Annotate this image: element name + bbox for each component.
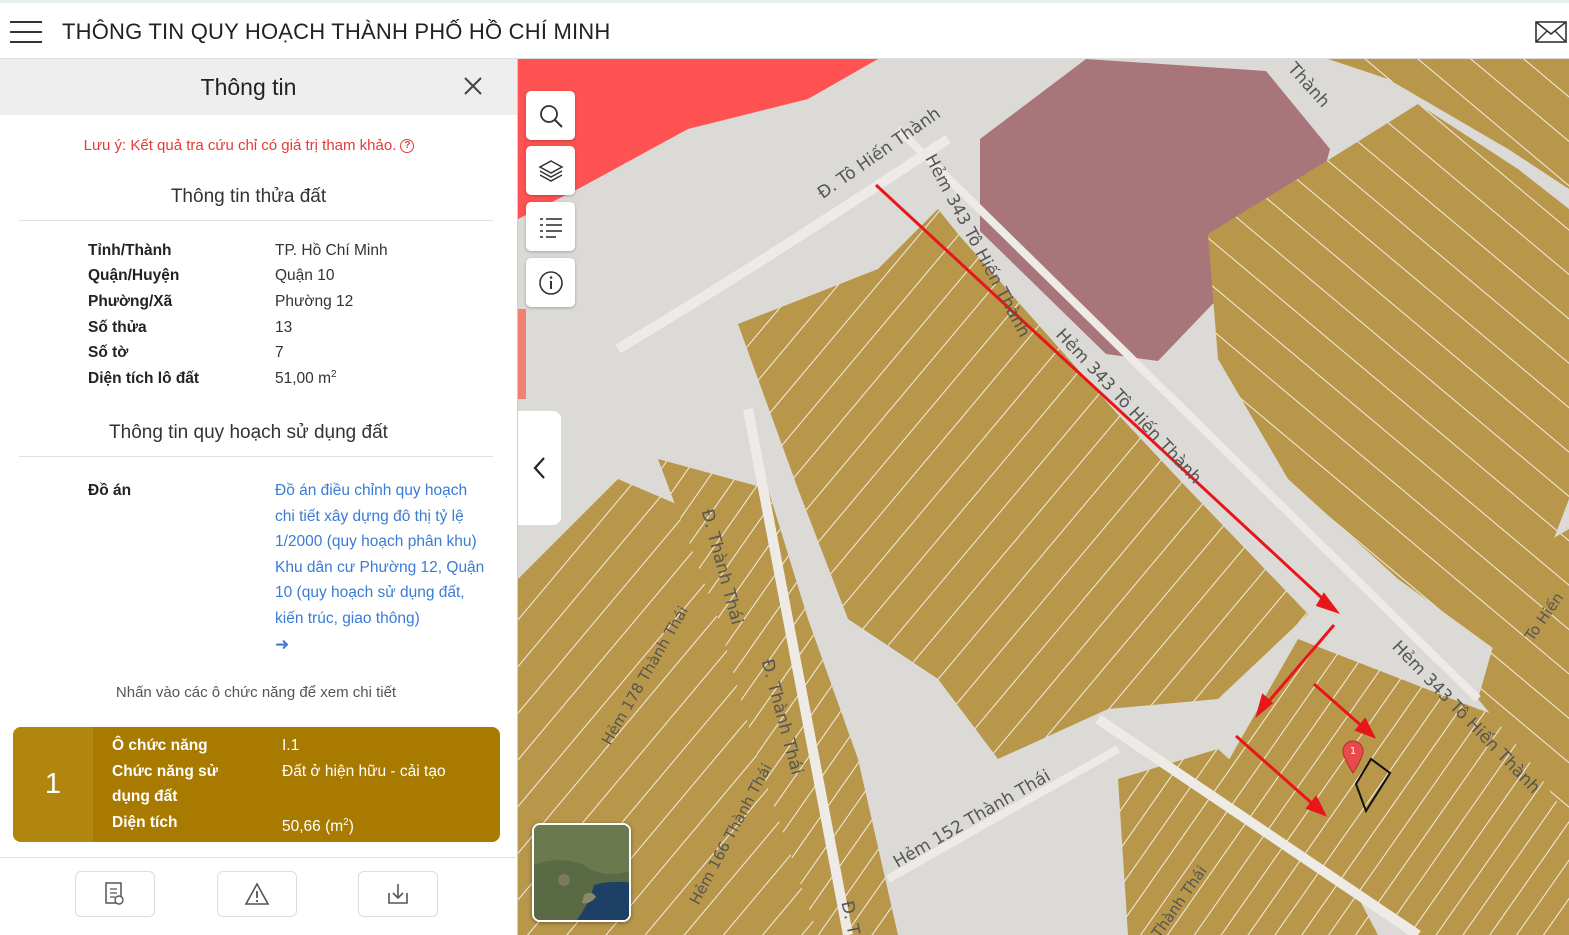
map-search-button[interactable] [526, 91, 575, 140]
layers-icon [537, 159, 564, 182]
map-layers-button[interactable] [526, 146, 575, 195]
zone-number: 1 [13, 727, 93, 842]
chevron-left-icon [533, 457, 545, 479]
disclaimer-note: Lưu ý: Kết quả tra cứu chỉ có giá trị th… [0, 137, 518, 154]
satellite-minimap[interactable] [532, 823, 631, 922]
app-title: THÔNG TIN QUY HOẠCH THÀNH PHỐ HỒ CHÍ MIN… [62, 19, 611, 44]
zone-row-area: Diện tích 50,66 (m2) [112, 813, 354, 835]
parcel-info-table: Tỉnh/Thành TP. Hồ Chí Minh Quận/Huyện Qu… [88, 238, 517, 392]
do-an-label: Đồ án [88, 482, 132, 499]
document-button[interactable] [75, 871, 155, 917]
search-icon [539, 104, 563, 128]
menu-icon[interactable] [10, 21, 42, 43]
download-icon [388, 884, 408, 904]
arrow-right-icon[interactable]: ➜ [275, 632, 289, 658]
divider [19, 220, 493, 221]
map-legend-button[interactable] [526, 202, 575, 251]
document-icon [105, 882, 124, 905]
help-icon[interactable]: ? [400, 139, 415, 154]
app-header: THÔNG TIN QUY HOẠCH THÀNH PHỐ HỒ CHÍ MIN… [0, 0, 1569, 59]
info-icon [538, 270, 563, 295]
do-an-link[interactable]: Đồ án điều chỉnh quy hoạch chi tiết xây … [275, 478, 490, 658]
hint-text: Nhấn vào các ô chức năng để xem chi tiết [115, 684, 397, 701]
parcel-section-title: Thông tin thửa đất [170, 186, 327, 207]
parcel-row-district: Quận/Huyện Quận 10 [88, 267, 335, 285]
planning-section-title: Thông tin quy hoạch sử dụng đất [109, 421, 388, 443]
warning-icon [244, 882, 270, 905]
zone-card[interactable]: 1 Ô chức năng I.1 Chức năng sử dụng đất … [13, 727, 500, 842]
map-canvas[interactable] [518, 59, 1569, 935]
location-marker-icon[interactable]: 1 [1342, 740, 1364, 774]
zone-details: Ô chức năng I.1 Chức năng sử dụng đất Đấ… [112, 733, 446, 840]
zone-row-function: Chức năng sử dụng đất Đất ở hiện hữu - c… [112, 762, 446, 806]
marker-label: 1 [1350, 746, 1356, 757]
parcel-row-area: Diện tích lô đất 51,00 m2 [88, 369, 337, 388]
panel-header: Thông tin [0, 59, 517, 115]
parcel-row-parcel-number: Số thửa 13 [88, 318, 293, 336]
list-icon [539, 217, 562, 238]
disclaimer-text: Lưu ý: Kết quả tra cứu chỉ có giá trị th… [83, 137, 397, 154]
parcel-row-province: Tỉnh/Thành TP. Hồ Chí Minh [88, 241, 388, 259]
map-view[interactable]: Đ. Tô Hiến Thành Hẻm 343 Tô Hiến Thành H… [518, 59, 1569, 935]
satellite-thumbnail [534, 825, 629, 920]
parcel-row-ward: Phường/Xã Phường 12 [88, 292, 354, 310]
panel-toolbar [0, 857, 518, 935]
close-icon[interactable] [462, 75, 484, 97]
report-button[interactable] [217, 871, 297, 917]
mail-icon[interactable] [1535, 19, 1567, 45]
parcel-row-sheet-number: Số tờ 7 [88, 344, 284, 362]
panel-title: Thông tin [200, 74, 297, 100]
zone-row-code: Ô chức năng I.1 [112, 737, 300, 754]
download-button[interactable] [358, 871, 438, 917]
map-info-button[interactable] [526, 258, 575, 307]
collapse-panel-button[interactable] [518, 411, 561, 525]
divider [19, 455, 493, 457]
info-panel: Thông tin Lưu ý: Kết quả tra cứu chỉ có … [0, 59, 518, 935]
